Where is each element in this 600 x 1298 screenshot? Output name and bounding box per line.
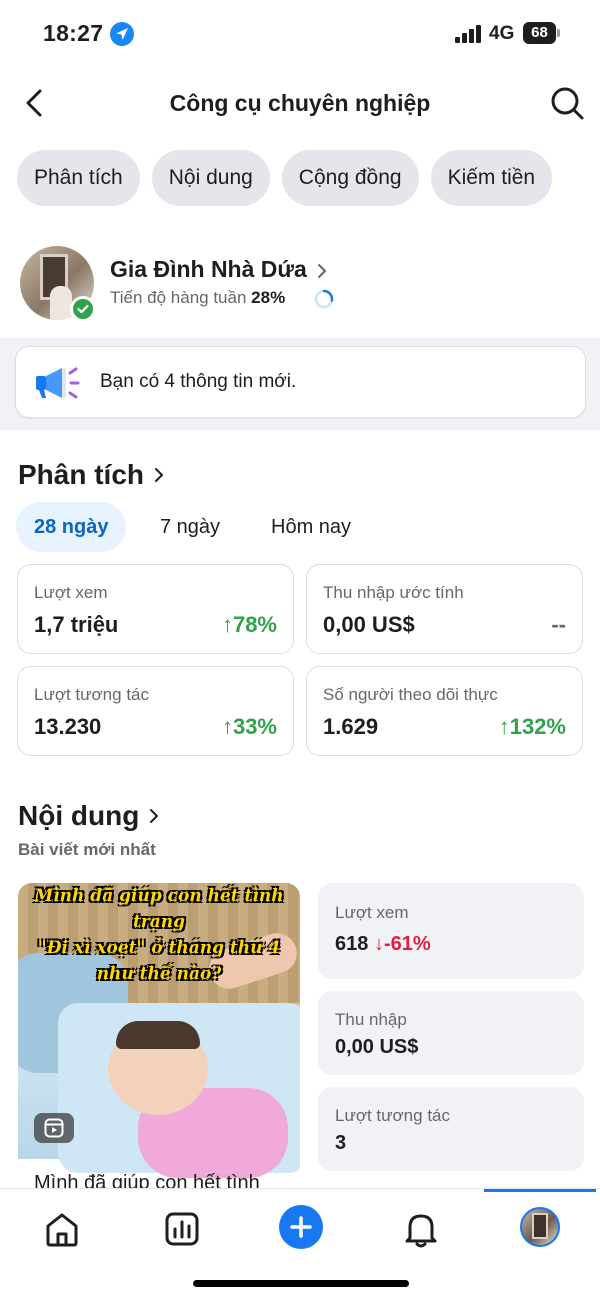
verified-check-icon: [70, 296, 96, 322]
thumb-baby-hair: [116, 1021, 200, 1049]
post-stat-views: Lượt xem 618 ↓-61%: [318, 883, 584, 979]
post-thumbnail[interactable]: Mình đã giúp con hết tình trạng "Đi xì x…: [18, 883, 300, 1178]
stat-card-estimated-earnings[interactable]: Thu nhập ước tính 0,00 US$ --: [306, 564, 583, 654]
stat-label: Lượt xem: [34, 583, 108, 602]
stat-label: Lượt tương tác: [34, 685, 149, 704]
header: Công cụ chuyên nghiệp: [0, 68, 600, 140]
tab-monetization[interactable]: Kiếm tiền: [430, 150, 553, 206]
latest-post-card[interactable]: Mình đã giúp con hết tình trạng "Đi xì x…: [18, 883, 300, 1198]
stat-value: 1,7 triệu: [34, 612, 119, 637]
profile-name[interactable]: Gia Đình Nhà Dứa: [110, 256, 307, 283]
notice-text: Bạn có 4 thông tin mới.: [100, 371, 297, 392]
nav-avatar-image: [532, 1213, 548, 1239]
chevron-right-icon[interactable]: [147, 807, 161, 825]
stat-label: Số người theo dõi thực: [323, 685, 498, 704]
post-stat-value: 3: [335, 1132, 347, 1154]
network-type: 4G: [489, 23, 515, 44]
post-views-change: ↓-61%: [373, 933, 431, 955]
nav-insights-button[interactable]: [160, 1207, 204, 1251]
progress-percent: 28%: [251, 288, 286, 307]
post-stat-earnings: Thu nhập 0,00 US$: [318, 991, 584, 1075]
nav-create-button[interactable]: [279, 1205, 323, 1249]
location-arrow-icon: [110, 22, 134, 46]
post-stat-label: Lượt xem: [335, 903, 409, 922]
nav-home-button[interactable]: [40, 1207, 84, 1251]
tab-analytics[interactable]: Phân tích: [17, 150, 140, 206]
stat-value: 1.629: [323, 714, 379, 739]
tab-content[interactable]: Nội dung: [151, 150, 270, 206]
search-button[interactable]: [548, 84, 586, 122]
home-indicator: [193, 1280, 409, 1287]
content-title[interactable]: Nội dung: [18, 800, 139, 832]
megaphone-icon: [36, 367, 80, 399]
thumbnail-caption: Mình đã giúp con hết tình trạng "Đi xì x…: [34, 886, 284, 984]
battery-tip: [557, 29, 560, 37]
stat-card-engagement[interactable]: Lượt tương tác 13.230 ↑33%: [17, 666, 294, 756]
post-stat-engagement: Lượt tương tác 3: [318, 1087, 584, 1171]
avatar-figure: [50, 286, 72, 320]
analytics-title[interactable]: Phân tích: [18, 459, 144, 491]
post-views-value: 618: [335, 933, 369, 955]
post-stat-value: 0,00 US$: [335, 1036, 419, 1058]
stat-value: 0,00 US$: [323, 612, 415, 637]
progress-ring-icon: [314, 289, 334, 309]
page-title: Công cụ chuyên nghiệp: [169, 90, 431, 116]
status-bar: 18:27 4G 68: [0, 0, 600, 68]
stat-card-views[interactable]: Lượt xem 1,7 triệu ↑78%: [17, 564, 294, 654]
post-stat-label: Thu nhập: [335, 1010, 407, 1029]
period-28-days[interactable]: 28 ngày: [16, 502, 127, 552]
home-icon: [46, 1213, 78, 1247]
chevron-right-icon[interactable]: [315, 262, 329, 280]
stat-label: Thu nhập ước tính: [323, 583, 464, 602]
notice-section: Bạn có 4 thông tin mới.: [0, 338, 600, 430]
chevron-right-icon[interactable]: [152, 466, 166, 484]
insights-icon: [165, 1212, 199, 1246]
stat-change: ↑78%: [221, 612, 277, 637]
stat-change: ↑33%: [221, 714, 277, 739]
progress-label: Tiến độ hàng tuần: [110, 288, 247, 307]
nav-profile-avatar[interactable]: [520, 1207, 560, 1247]
period-7-days[interactable]: 7 ngày: [142, 502, 238, 552]
notifications-icon: [405, 1214, 437, 1248]
battery-icon: 68: [523, 22, 561, 44]
stat-value: 13.230: [34, 714, 102, 739]
tab-community[interactable]: Cộng đồng: [281, 150, 419, 206]
signal-strength-icon: [455, 25, 483, 43]
battery-level: 68: [523, 22, 556, 44]
weekly-progress: Tiến độ hàng tuần 28%: [110, 288, 285, 308]
status-time: 18:27: [43, 20, 104, 46]
section-tabs: Phân tích Nội dung Cộng đồng Kiếm tiền: [17, 150, 553, 206]
nav-notifications-button[interactable]: [399, 1207, 443, 1251]
stat-card-net-followers[interactable]: Số người theo dõi thực 1.629 ↑132%: [306, 666, 583, 756]
post-stat-label: Lượt tương tác: [335, 1106, 450, 1125]
stat-change: --: [551, 612, 566, 637]
latest-posts-label: Bài viết mới nhất: [18, 840, 156, 859]
period-today[interactable]: Hôm nay: [253, 502, 369, 552]
post-stat-value: 618 ↓-61%: [335, 933, 431, 956]
search-icon: [551, 87, 584, 120]
reel-icon: [34, 1113, 74, 1143]
stat-change: ↑132%: [498, 714, 566, 739]
active-tab-indicator: [484, 1189, 596, 1192]
create-icon: [290, 1216, 312, 1238]
notice-card[interactable]: Bạn có 4 thông tin mới.: [15, 346, 586, 418]
